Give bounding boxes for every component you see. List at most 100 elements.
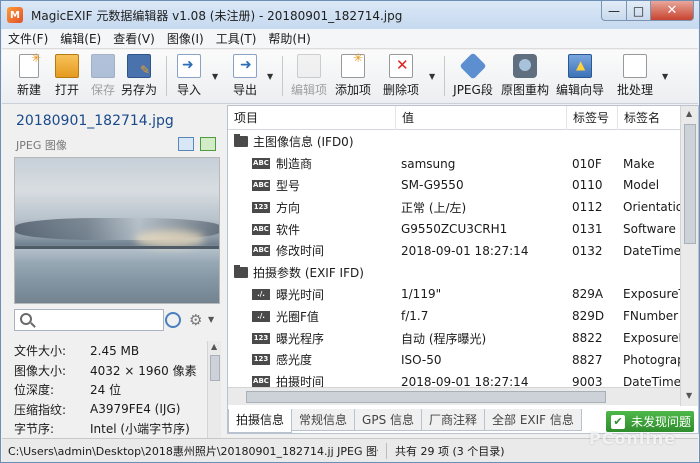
- property-key: 压缩指纹:: [14, 402, 67, 417]
- property-value: A3979FE4 (IJG): [90, 402, 181, 417]
- open-button[interactable]: 打开: [50, 53, 84, 99]
- tag-number-cell: 010F: [572, 156, 602, 171]
- export-button[interactable]: ➜ 导出: [230, 53, 260, 99]
- jpeg-segment-icon: [459, 52, 487, 80]
- tab-maker-notes[interactable]: 厂商注释: [421, 409, 486, 431]
- new-file-icon: ✳: [19, 51, 41, 78]
- search-field[interactable]: [14, 309, 164, 331]
- table-row[interactable]: ./. 曝光时间 1/119" 829A ExposureT: [228, 284, 680, 306]
- tab-shooting-info[interactable]: 拍摄信息: [228, 409, 293, 433]
- tag-number-cell: 829D: [572, 309, 605, 324]
- item-cell: 123 曝光程序: [228, 330, 396, 347]
- data-type-icon: 123: [252, 201, 270, 213]
- column-header-value[interactable]: 值: [396, 106, 567, 130]
- delete-item-button[interactable]: ✕ 删除项: [382, 53, 420, 99]
- group-label: 拍摄参数 (EXIF IFD): [253, 266, 364, 281]
- file-name: 20180901_182714.jpg: [16, 113, 174, 129]
- value-cell: 自动 (程序曝光): [401, 331, 487, 346]
- gear-icon[interactable]: ⚙: [189, 311, 202, 329]
- export-dropdown-arrow[interactable]: ▼: [267, 72, 273, 81]
- save-as-button-label: 另存为: [120, 83, 157, 97]
- item-name: 方向: [276, 200, 301, 215]
- batch-icon: [623, 54, 647, 78]
- table-row[interactable]: ABC 软件 G9550ZCU3CRH1 0131 Software: [228, 218, 680, 240]
- maximize-button[interactable]: □: [626, 1, 651, 21]
- table-row[interactable]: 123 感光度 ISO-50 8827 Photograp: [228, 349, 680, 371]
- menu-help[interactable]: 帮助(H): [262, 30, 316, 47]
- import-button[interactable]: ➜ 导入: [174, 53, 204, 99]
- menu-edit[interactable]: 编辑(E): [54, 30, 107, 47]
- rebuild-original-button[interactable]: 原图重构: [501, 53, 550, 99]
- toolbar-separator: [282, 56, 283, 96]
- table-row[interactable]: ABC 型号 SM-G9550 0110 Model: [228, 175, 680, 197]
- property-row: 字节序: Intel (小端字节序): [14, 419, 206, 439]
- search-input[interactable]: [37, 311, 157, 329]
- table-vertical-scrollbar[interactable]: ▲ ▼: [680, 106, 698, 406]
- close-button[interactable]: ✕: [650, 1, 694, 21]
- column-header-item[interactable]: 项目: [228, 106, 396, 130]
- image-view-icon[interactable]: [178, 137, 194, 151]
- property-key: 文件大小:: [14, 344, 67, 359]
- edit-wizard-button[interactable]: ▲ 编辑向导: [556, 53, 604, 99]
- gear-dropdown-arrow[interactable]: ▼: [208, 315, 214, 324]
- save-as-button[interactable]: ✎ 另存为: [120, 53, 158, 99]
- tab-general-info[interactable]: 常规信息: [291, 409, 356, 431]
- tag-name-cell: DateTime: [623, 243, 680, 258]
- save-button[interactable]: 保存: [86, 53, 120, 99]
- table-horizontal-scrollbar[interactable]: [228, 387, 680, 405]
- folder-icon: [234, 265, 248, 279]
- tab-all-exif[interactable]: 全部 EXIF 信息: [484, 409, 582, 431]
- table-row[interactable]: 123 曝光程序 自动 (程序曝光) 8822 ExposureP: [228, 327, 680, 349]
- data-type-icon: ABC: [252, 158, 270, 170]
- item-cell: ABC 制造商: [228, 155, 396, 172]
- column-header-tag-name[interactable]: 标签名: [618, 106, 680, 130]
- import-icon: ➜: [177, 54, 201, 78]
- item-name: 曝光程序: [276, 331, 325, 346]
- table-group-row[interactable]: 拍摄参数 (EXIF IFD): [228, 262, 680, 284]
- zoom-search-icon[interactable]: [165, 312, 181, 328]
- table-group-row[interactable]: 主图像信息 (IFD0): [228, 131, 680, 153]
- import-dropdown-arrow[interactable]: ▼: [212, 72, 218, 81]
- tag-number-cell: 0110: [572, 178, 603, 193]
- property-row: 位深度: 24 位: [14, 380, 206, 400]
- jpeg-segment-button[interactable]: JPEG段: [452, 52, 494, 99]
- data-type-icon: 123: [252, 332, 270, 344]
- menu-tools[interactable]: 工具(T): [210, 30, 263, 47]
- table-row[interactable]: ABC 制造商 samsung 010F Make: [228, 153, 680, 175]
- column-header-tag-number[interactable]: 标签号: [567, 106, 618, 130]
- item-name: 曝光时间: [276, 287, 325, 302]
- item-name: 型号: [276, 178, 301, 193]
- batch-dropdown-arrow[interactable]: ▼: [662, 72, 668, 81]
- table-row[interactable]: ABC 修改时间 2018-09-01 18:27:14 0132 DateTime: [228, 240, 680, 262]
- value-cell: 正常 (上/左): [401, 200, 467, 215]
- menu-view[interactable]: 查看(V): [107, 30, 161, 47]
- edit-item-button[interactable]: 编辑项: [290, 53, 328, 99]
- menu-file[interactable]: 文件(F): [2, 30, 54, 47]
- status-divider: [386, 442, 387, 459]
- table-header: 项目 值 标签号 标签名: [228, 106, 680, 130]
- status-item-count: 共有 29 项 (3 个目录): [395, 444, 505, 458]
- table-row[interactable]: 123 方向 正常 (上/左) 0112 Orientatio: [228, 196, 680, 218]
- tag-name-cell: Photograp: [623, 352, 680, 367]
- minimize-button[interactable]: —: [601, 1, 627, 21]
- new-button[interactable]: ✳ 新建: [12, 51, 46, 99]
- value-cell: f/1.7: [401, 309, 429, 324]
- tag-name-cell: Model: [623, 178, 660, 193]
- data-type-icon: ./.: [252, 310, 270, 322]
- delete-dropdown-arrow[interactable]: ▼: [429, 72, 435, 81]
- add-item-button[interactable]: ✳ 添加项: [334, 51, 372, 99]
- property-value: 4032 × 1960 像素: [90, 363, 197, 378]
- status-file-path: C:\Users\admin\Desktop\2018惠州照片\20180901…: [8, 444, 378, 458]
- add-item-button-label: 添加项: [334, 83, 371, 97]
- title-bar[interactable]: M MagicEXIF 元数据编辑器 v1.08 (未注册) - 2018090…: [1, 1, 699, 29]
- image-preview-icon[interactable]: [200, 137, 216, 151]
- tab-gps-info[interactable]: GPS 信息: [354, 409, 422, 431]
- properties-scrollbar[interactable]: ▲: [207, 341, 221, 439]
- table-row[interactable]: ./. 光圈F值 f/1.7 829D FNumber: [228, 305, 680, 327]
- property-key: 图像大小:: [14, 363, 67, 378]
- batch-button[interactable]: 批处理: [616, 53, 654, 99]
- maximize-icon: □: [632, 3, 645, 18]
- rebuild-original-button-label: 原图重构: [501, 83, 550, 97]
- menu-image[interactable]: 图像(I): [161, 30, 210, 47]
- tab-bar: 拍摄信息 常规信息 GPS 信息 厂商注释 全部 EXIF 信息: [228, 409, 608, 433]
